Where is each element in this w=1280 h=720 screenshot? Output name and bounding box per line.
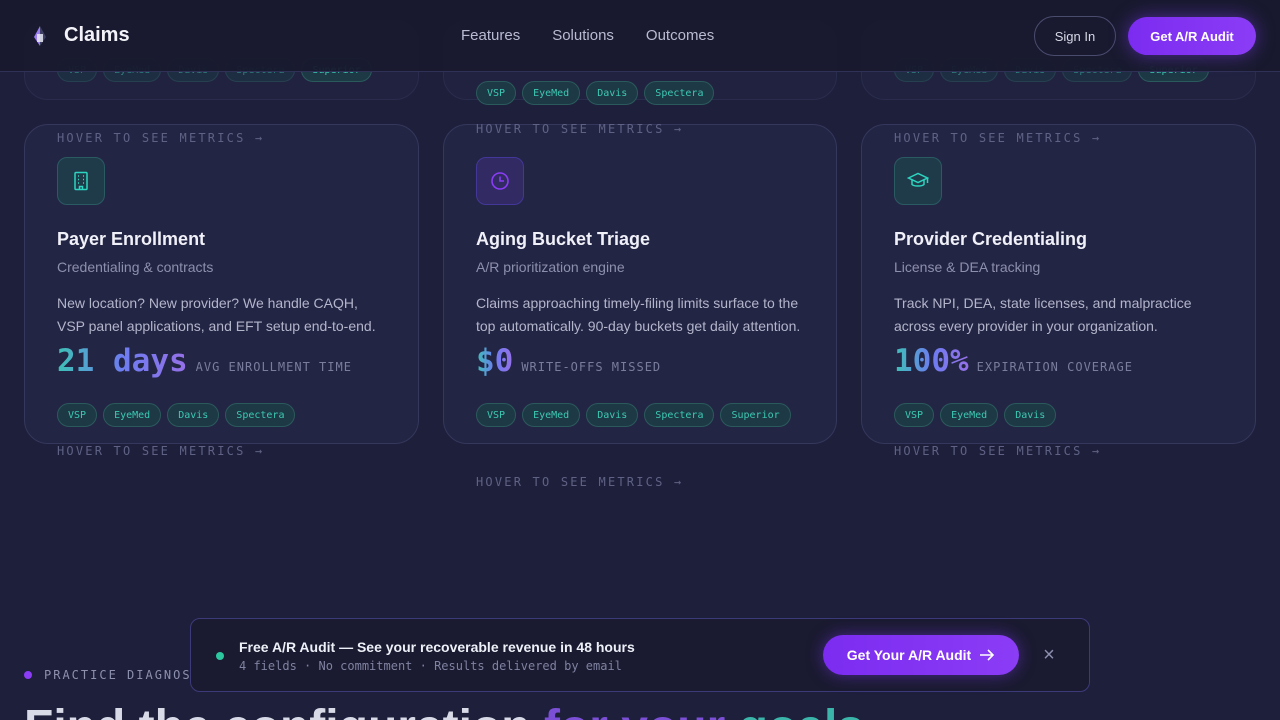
card-metric: 21 days AVG ENROLLMENT TIME (57, 343, 352, 379)
nav-links: Features Solutions Outcomes (461, 27, 746, 44)
ghost-card-2-tags: VSP EyeMed Davis Spectera (476, 81, 806, 105)
card-description: Claims approaching timely-filing limits … (476, 295, 801, 334)
tag: VSP (476, 81, 517, 105)
tag: Davis (1004, 403, 1057, 427)
card-tags: VSP EyeMed Davis (894, 403, 1224, 427)
tag: VSP (894, 403, 935, 427)
sign-in-button[interactable]: Sign In (1034, 16, 1116, 56)
tag: EyeMed (103, 403, 162, 427)
tag: VSP (57, 403, 98, 427)
hover-hint: HOVER TO SEE METRICS → (894, 131, 1102, 145)
card-metric: $0 WRITE-OFFS MISSED (476, 343, 661, 379)
card-subtitle: Credentialing & contracts (57, 259, 214, 275)
card-tags: VSP EyeMed Davis Spectera (57, 403, 387, 427)
tag: Davis (167, 403, 220, 427)
card-tags: VSP EyeMed Davis Spectera Superior (476, 403, 806, 427)
tag: Davis (586, 81, 639, 105)
card-description: Track NPI, DEA, state licenses, and malp… (894, 295, 1192, 334)
banner-cta-label: Get Your A/R Audit (846, 647, 972, 663)
top-navigation: Claims Features Solutions Outcomes Sign … (0, 0, 1280, 72)
metric-label: AVG ENROLLMENT TIME (195, 360, 352, 374)
building-icon-box (57, 157, 105, 205)
section-title-accent: for your (544, 701, 739, 720)
tag: Spectera (644, 81, 715, 105)
nav-link-solutions[interactable]: Solutions (552, 27, 614, 44)
metric-label: WRITE-OFFS MISSED (521, 360, 662, 374)
clock-icon-box (476, 157, 524, 205)
brand-logo-icon (34, 25, 46, 46)
tag: Superior (720, 403, 791, 427)
nav-link-features[interactable]: Features (461, 27, 520, 44)
metric-label: EXPIRATION COVERAGE (976, 360, 1133, 374)
card-metric: 100% EXPIRATION COVERAGE (894, 343, 1133, 379)
hover-hint: HOVER TO SEE METRICS → (476, 475, 684, 489)
tag: Spectera (225, 403, 296, 427)
arrow-right-icon (980, 649, 995, 661)
tag: EyeMed (940, 403, 999, 427)
banner-subtitle: 4 fields · No commitment · Results deliv… (239, 659, 622, 673)
metric-value: $0 (476, 343, 514, 379)
tag: EyeMed (522, 81, 581, 105)
hover-hint: HOVER TO SEE METRICS → (57, 444, 265, 458)
tag: EyeMed (522, 403, 581, 427)
banner-title: Free A/R Audit — See your recoverable re… (239, 639, 635, 655)
metric-value: 100% (894, 343, 969, 379)
tag: VSP (476, 403, 517, 427)
get-your-ar-audit-button[interactable]: Get Your A/R Audit (823, 635, 1019, 675)
hover-hint: HOVER TO SEE METRICS → (894, 444, 1102, 458)
brand[interactable]: Claims (30, 24, 130, 47)
status-dot (216, 652, 224, 660)
brand-name: Claims (64, 24, 130, 46)
tag: Davis (586, 403, 639, 427)
metric-value: 21 days (57, 343, 188, 379)
card-title: Aging Bucket Triage (476, 229, 651, 249)
section-title-start: Find the configuration (24, 701, 544, 720)
building-icon (74, 171, 88, 191)
nav-link-outcomes[interactable]: Outcomes (646, 27, 714, 44)
get-ar-audit-button[interactable]: Get A/R Audit (1128, 17, 1256, 55)
card-title: Payer Enrollment (57, 229, 206, 249)
graduation-cap-icon (907, 172, 929, 187)
audit-promo-banner: Free A/R Audit — See your recoverable re… (190, 618, 1090, 692)
hover-hint: HOVER TO SEE METRICS → (57, 131, 265, 145)
hover-hint: HOVER TO SEE METRICS → (476, 122, 684, 136)
tag: Spectera (644, 403, 715, 427)
graduation-cap-icon-box (894, 157, 942, 205)
close-icon[interactable]: × (1039, 645, 1059, 665)
card-subtitle: License & DEA tracking (894, 259, 1041, 275)
card-description: New location? New provider? We handle CA… (57, 295, 376, 334)
clock-icon (491, 172, 509, 190)
section-title-accent-2: goals (739, 701, 864, 720)
section-title: Find the configuration for your goals (24, 700, 864, 720)
eyebrow-dot (24, 671, 32, 679)
card-title: Provider Credentialing (894, 229, 1088, 249)
card-subtitle: A/R prioritization engine (476, 259, 625, 275)
